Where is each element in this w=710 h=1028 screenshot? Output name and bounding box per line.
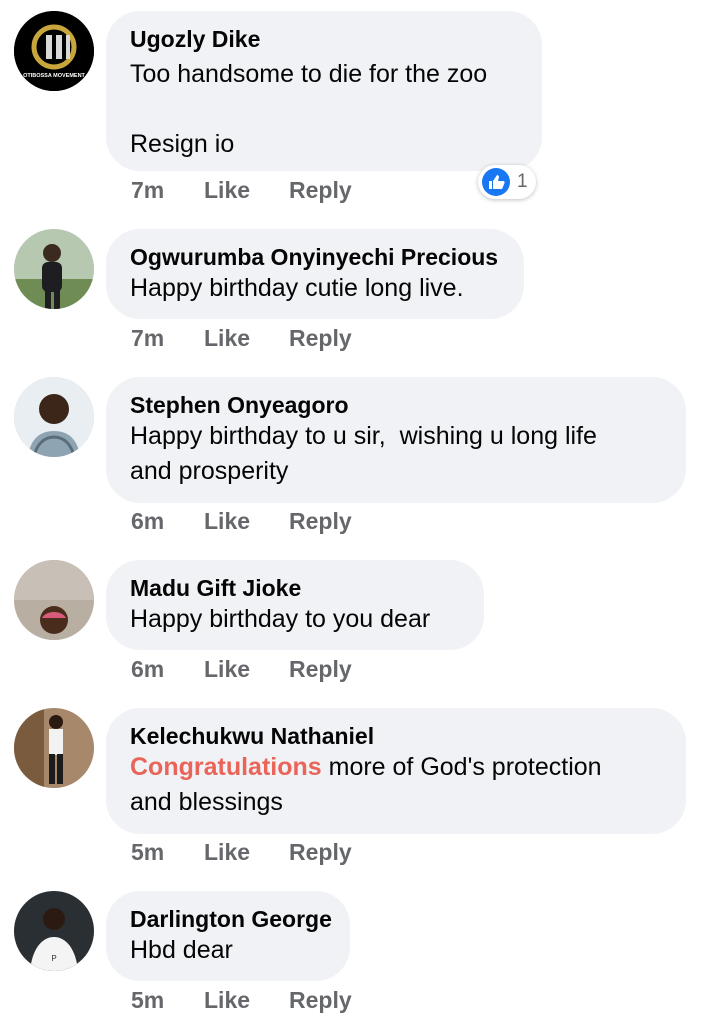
comment-actions: 6m Like Reply [131,506,352,536]
like-button[interactable]: Like [204,987,289,1014]
like-button[interactable]: Like [204,177,289,204]
comment-bubble: Ogwurumba Onyinyechi Precious Happy birt… [106,229,524,319]
comment-actions: 5m Like Reply [131,985,352,1015]
comment-timestamp[interactable]: 6m [131,508,204,535]
comment-bubble: Stephen Onyeagoro Happy birthday to u si… [106,377,686,503]
avatar[interactable]: P [14,891,94,971]
reply-button[interactable]: Reply [289,839,352,866]
comment-text: Happy birthday cutie long live. [130,274,464,302]
comment-bubble: Darlington George Hbd dear [106,891,350,981]
comment-text: Hbd dear [130,936,233,964]
reply-button[interactable]: Reply [289,987,352,1014]
highlighted-word[interactable]: Congratulations [130,753,322,781]
reply-button[interactable]: Reply [289,177,352,204]
comment-author[interactable]: Ugozly Dike [130,25,518,53]
comment-bubble: Kelechukwu Nathaniel Congratulations mor… [106,708,686,834]
avatar[interactable]: OTIBOSSA MOVEMENT [14,11,94,91]
like-button[interactable]: Like [204,839,289,866]
profile-photo-icon [14,229,94,309]
profile-photo-icon [14,377,94,457]
like-button[interactable]: Like [204,656,289,683]
comment-timestamp[interactable]: 7m [131,325,204,352]
comment-actions: 7m Like Reply [131,175,352,205]
comment-timestamp[interactable]: 5m [131,987,204,1014]
comment-timestamp[interactable]: 6m [131,656,204,683]
comment-text: Too handsome to die for the zoo Resign i… [130,60,488,158]
comment-author[interactable]: Stephen Onyeagoro [130,391,662,419]
reply-button[interactable]: Reply [289,656,352,683]
avatar[interactable] [14,708,94,788]
profile-photo-icon [14,560,94,640]
comment-author[interactable]: Darlington George [130,905,332,933]
profile-photo-icon [14,708,94,788]
comment-text: Happy birthday to u sir, wishing u long … [130,422,597,485]
logo-icon: OTIBOSSA MOVEMENT [14,11,94,91]
comment-author[interactable]: Madu Gift Jioke [130,574,460,602]
profile-photo-icon: P [14,891,94,971]
like-button[interactable]: Like [204,508,289,535]
svg-text:OTIBOSSA MOVEMENT: OTIBOSSA MOVEMENT [23,73,85,79]
avatar[interactable] [14,229,94,309]
comment-actions: 5m Like Reply [131,837,352,867]
comment-actions: 7m Like Reply [131,323,352,353]
comment-timestamp[interactable]: 7m [131,177,204,204]
avatar[interactable] [14,377,94,457]
comment-bubble: Madu Gift Jioke Happy birthday to you de… [106,560,484,650]
comment-timestamp[interactable]: 5m [131,839,204,866]
reaction-badge[interactable]: 1 [478,165,536,199]
comment-actions: 6m Like Reply [131,654,352,684]
like-reaction-icon [482,168,510,196]
reply-button[interactable]: Reply [289,508,352,535]
reply-button[interactable]: Reply [289,325,352,352]
comment-text: Congratulations more of God's protection… [130,750,662,820]
comment-author[interactable]: Ogwurumba Onyinyechi Precious [130,243,500,271]
comment-text: Happy birthday to you dear [130,605,431,633]
like-button[interactable]: Like [204,325,289,352]
comment-bubble: Ugozly Dike Too handsome to die for the … [106,11,542,171]
reaction-count: 1 [517,171,528,192]
comment-author[interactable]: Kelechukwu Nathaniel [130,722,662,750]
avatar[interactable] [14,560,94,640]
svg-text:P: P [51,954,56,963]
